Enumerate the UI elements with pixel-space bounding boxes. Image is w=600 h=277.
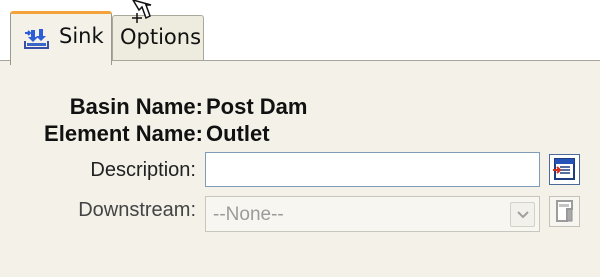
description-label: Description: <box>90 159 196 181</box>
downstream-action-button[interactable] <box>549 196 580 227</box>
element-name-value: Outlet <box>206 121 270 146</box>
chevron-down-icon[interactable] <box>510 202 535 227</box>
element-name-label: Element Name: <box>44 121 203 146</box>
tab-strip: Sink Options <box>0 0 600 65</box>
description-editor-button[interactable] <box>549 154 580 185</box>
downstream-select[interactable]: --None-- <box>205 196 540 232</box>
basin-name-value: Post Dam <box>206 94 308 119</box>
description-editor-icon <box>553 158 575 180</box>
downstream-selected-value: --None-- <box>213 204 284 225</box>
sink-tab-icon <box>21 25 52 50</box>
mouse-cursor-icon <box>128 0 160 30</box>
tab-sink-label: Sink <box>59 24 104 48</box>
downstream-label: Downstream: <box>78 199 196 221</box>
sink-panel: Basin Name: Post Dam Element Name: Outle… <box>0 60 600 277</box>
description-input[interactable] <box>205 152 540 187</box>
basin-name-label: Basin Name: <box>69 94 203 119</box>
downstream-disabled-icon <box>556 200 573 222</box>
tab-sink[interactable]: Sink <box>10 11 112 65</box>
tab-options-label: Options <box>120 25 202 49</box>
